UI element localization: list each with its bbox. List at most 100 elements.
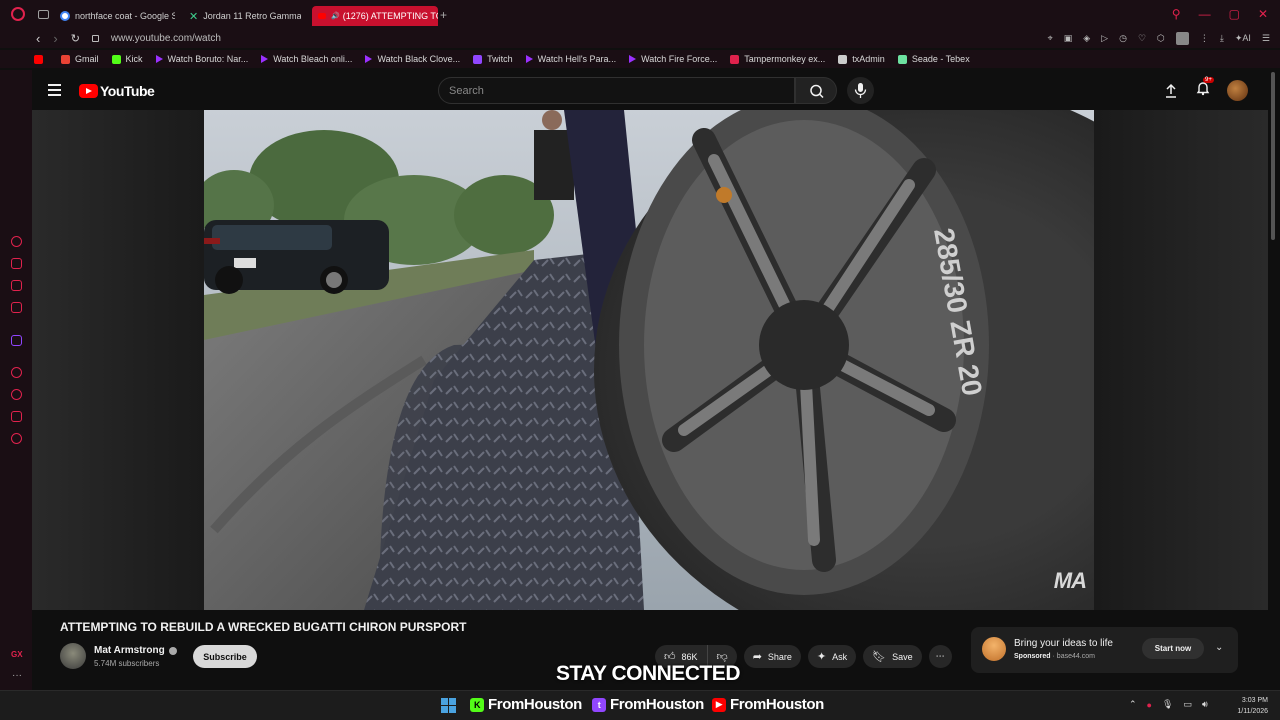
player-icon[interactable]: ▷ (1101, 33, 1108, 44)
bookmark-item[interactable]: Watch Boruto: Nar... (155, 54, 248, 64)
share-button[interactable]: ➦ Share (743, 645, 801, 668)
play-icon (629, 55, 637, 63)
tray-chevron-up-icon[interactable]: ⌃ (1129, 699, 1137, 710)
search-button[interactable] (795, 77, 837, 104)
tray-network-icon[interactable]: ▭ (1183, 699, 1192, 710)
sidebar-history-icon[interactable] (11, 389, 22, 400)
bookmark-item[interactable]: Twitch (473, 54, 513, 64)
tab-jordan[interactable]: ✕ Jordan 11 Retro Gamma Bl (189, 6, 301, 26)
bookmark-item[interactable]: Seade - Tebex (897, 54, 970, 64)
bookmark-label: Watch Bleach onli... (273, 54, 353, 64)
opera-sidebar: GX ··· (0, 70, 32, 690)
youtube-logo[interactable]: YouTube (79, 83, 155, 99)
ad-sponsored-label: Sponsored (1014, 653, 1051, 660)
video-title: ATTEMPTING TO REBUILD A WRECKED BUGATTI … (60, 620, 467, 634)
verified-badge-icon (168, 646, 177, 655)
bookmark-heart-icon[interactable]: ♡ (1138, 33, 1146, 44)
twitch-handle: t FromHouston (592, 696, 704, 713)
ask-button[interactable]: ✦ Ask (807, 645, 857, 668)
microphone-icon (854, 83, 867, 98)
ad-cta-button[interactable]: Start now (1142, 638, 1204, 659)
pin-icon[interactable]: ⌖ (1048, 33, 1053, 44)
bookmark-item[interactable]: Kick (111, 54, 143, 64)
video-frame-image: 285/30 ZR 20 (204, 110, 1094, 610)
channel-name: Mat Armstrong (94, 645, 165, 656)
page-scrollbar[interactable] (1269, 70, 1277, 690)
history-icon[interactable]: ◷ (1119, 33, 1127, 44)
bookmark-item[interactable]: Watch Hell's Para... (525, 54, 616, 64)
menu-hamburger-icon[interactable] (48, 84, 61, 96)
extensions-icon[interactable]: ⬡ (1157, 33, 1165, 44)
back-button[interactable]: ‹ (36, 31, 40, 46)
menu-icon[interactable]: ☰ (1262, 33, 1270, 44)
forward-button[interactable]: › (53, 31, 57, 46)
youtube-wordmark: YouTube (100, 83, 155, 99)
scrollbar-thumb[interactable] (1271, 72, 1275, 240)
tab-overview-icon[interactable] (38, 9, 49, 19)
tab-youtube-active[interactable]: 🔊 (1276) ATTEMPTING TO (312, 6, 438, 26)
settings-icon[interactable]: ⋮ (1200, 33, 1209, 44)
channel-avatar[interactable] (60, 643, 86, 669)
reload-button[interactable]: ↻ (71, 32, 80, 45)
bookmark-label: Watch Fire Force... (641, 54, 718, 64)
maximize-button[interactable]: ▢ (1229, 8, 1240, 20)
sidebar-extensions-icon[interactable] (11, 411, 22, 422)
url-field[interactable]: www.youtube.com/watch (111, 33, 221, 44)
tray-opera-icon[interactable]: ● (1147, 700, 1152, 710)
search-icon (810, 84, 824, 99)
sidebar-messenger-icon[interactable] (11, 302, 22, 313)
save-button[interactable]: 🔖︎ Save (863, 645, 922, 668)
more-actions-button[interactable]: ⋯ (928, 645, 952, 668)
subscribe-button[interactable]: Subscribe (193, 645, 257, 668)
upload-icon[interactable] (1163, 83, 1179, 99)
clock-time: 3:03 PM (1241, 697, 1268, 704)
tray-volume-icon[interactable]: 🔊︎ (1202, 699, 1208, 710)
notifications-button[interactable]: 9+ (1195, 77, 1214, 101)
account-avatar[interactable] (1227, 80, 1248, 101)
video-player[interactable]: 285/30 ZR 20 MA (204, 110, 1094, 610)
sidebar-twitch-icon[interactable] (11, 280, 22, 291)
bookmark-label: Seade - Tebex (911, 54, 970, 64)
search-input[interactable] (439, 78, 779, 103)
voice-search-button[interactable] (847, 77, 874, 104)
bookmark-item[interactable]: Watch Bleach onli... (261, 54, 352, 64)
system-tray: ⌃ ● 🎙︎ ▭ 🔊︎ (1129, 699, 1208, 710)
search-tabs-icon[interactable]: ⚲ (1172, 8, 1181, 20)
download-icon[interactable]: ⤓ (1220, 33, 1224, 44)
share-label: Share (767, 651, 792, 662)
ai-icon[interactable]: ✦AI (1235, 33, 1251, 44)
sidebar-player-icon[interactable] (11, 367, 22, 378)
chevron-down-icon[interactable]: ⌄ (1215, 642, 1223, 653)
windows-start-icon[interactable] (441, 698, 456, 713)
sidebar-more-icon[interactable]: ··· (12, 670, 22, 681)
bookmark-item[interactable]: txAdmin (838, 54, 885, 64)
bookmark-item[interactable] (34, 54, 48, 64)
sidebar-settings-icon[interactable] (11, 433, 22, 444)
tab-google-search[interactable]: northface coat - Google Se (60, 6, 175, 26)
snapshot-icon[interactable]: ▣ (1064, 33, 1073, 44)
profile-icon[interactable] (1175, 32, 1189, 45)
bookmark-label: Gmail (75, 54, 99, 64)
sidebar-gx-corner-icon[interactable] (11, 236, 22, 247)
bookmark-item[interactable]: Gmail (61, 54, 99, 64)
channel-name-row[interactable]: Mat Armstrong (94, 645, 177, 656)
sponsored-ad-card[interactable]: Bring your ideas to life Sponsored · bas… (971, 627, 1238, 673)
opera-logo-icon[interactable] (11, 7, 25, 21)
close-button[interactable]: ✕ (1258, 8, 1268, 20)
sidebar-twitch-app-icon[interactable] (11, 335, 22, 346)
bookmark-item[interactable]: Watch Black Clove... (365, 54, 460, 64)
bookmark-label: Twitch (487, 54, 513, 64)
minimize-button[interactable]: — (1199, 8, 1211, 20)
tray-mic-icon[interactable]: 🎙︎ (1162, 699, 1173, 710)
bookmark-item[interactable]: Tampermonkey ex... (730, 54, 825, 64)
lock-icon (91, 34, 99, 42)
bookmark-item[interactable]: Watch Fire Force... (629, 54, 717, 64)
new-tab-button[interactable]: + (440, 8, 447, 22)
sidebar-cleaner-icon[interactable] (11, 258, 22, 269)
share-icon: ➦ (752, 651, 762, 663)
bookmark-label: Tampermonkey ex... (744, 54, 826, 64)
taskbar-clock[interactable]: 3:03 PM 1/11/2026 (1228, 695, 1268, 717)
youtube-icon (318, 13, 326, 19)
vpn-icon[interactable]: ◈ (1083, 33, 1090, 44)
kick-handle-text: FromHouston (488, 696, 582, 713)
